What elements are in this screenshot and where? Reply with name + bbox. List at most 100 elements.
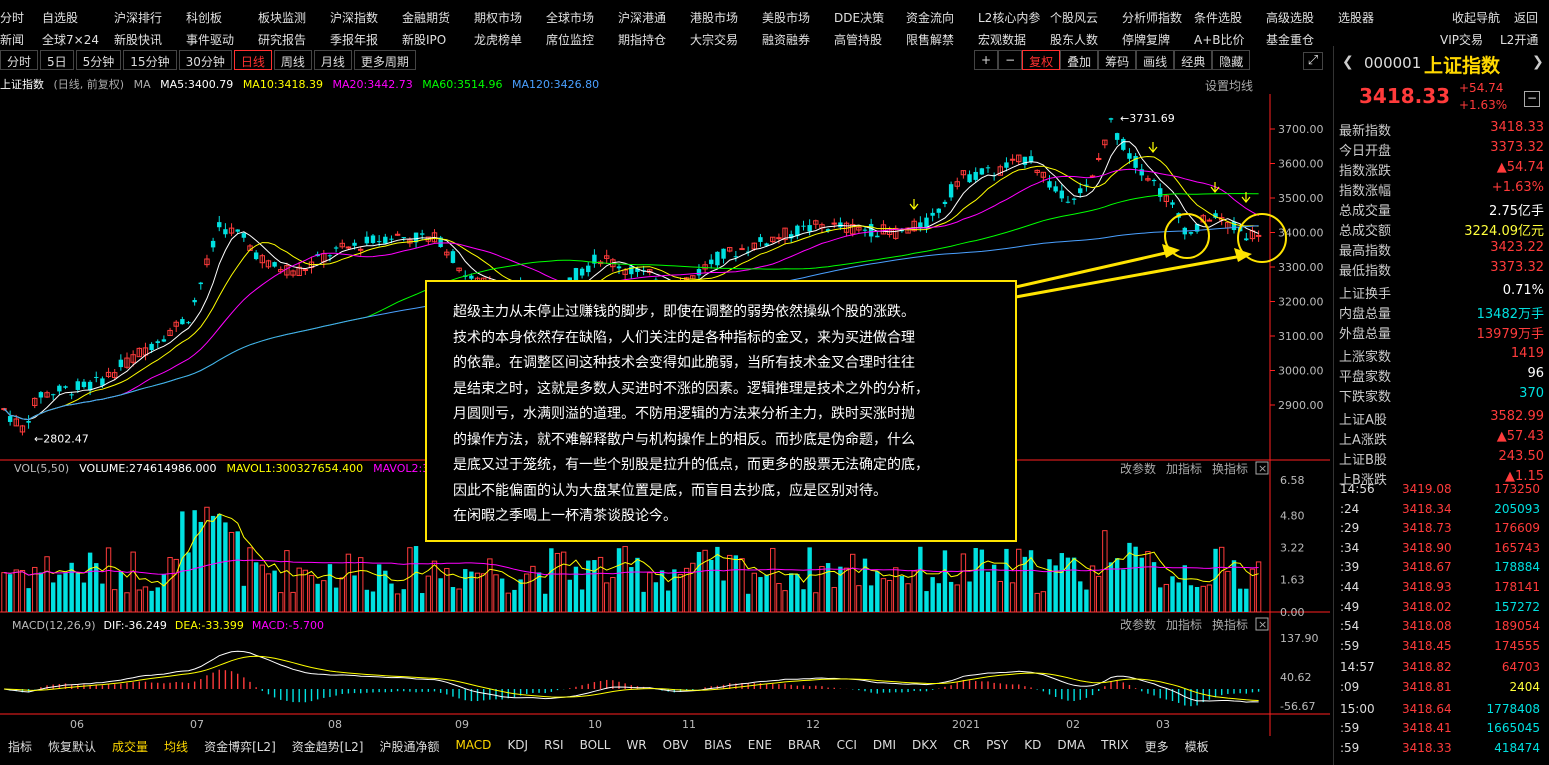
menu-item[interactable]: 收起导航 <box>1452 9 1500 26</box>
menu-item[interactable]: 返回 <box>1514 9 1538 26</box>
chart-tool-button[interactable]: 隐藏 <box>1212 50 1251 70</box>
period-tab[interactable]: 日线 <box>233 50 272 70</box>
menu-item[interactable]: 科创板 <box>186 9 222 26</box>
indicator-tab[interactable]: ENE <box>740 736 780 756</box>
indicator-tab[interactable]: 均线 <box>156 736 196 756</box>
chart-tool-button[interactable]: − <box>998 50 1023 70</box>
indicator-tab[interactable]: 恢复默认 <box>40 736 104 756</box>
menu-item[interactable]: 大宗交易 <box>690 31 738 48</box>
menu-item[interactable]: 停牌复牌 <box>1122 31 1170 48</box>
indicator-tab[interactable]: DMI <box>865 736 904 756</box>
indicator-tab[interactable]: 模板 <box>1177 736 1217 756</box>
chart-tool-button[interactable]: 画线 <box>1136 50 1175 70</box>
period-tab[interactable]: 更多周期 <box>353 50 416 70</box>
candle-body <box>38 392 44 398</box>
indicator-tab[interactable]: CCI <box>829 736 865 756</box>
volume-bar <box>370 591 376 612</box>
menu-item[interactable]: L2核心内参 <box>978 9 1040 26</box>
menu-item[interactable]: 期权市场 <box>474 9 522 26</box>
price-axis-label: 3200.00 <box>1278 296 1324 309</box>
quote-row: 今日开盘 3373.32 <box>1334 140 1549 160</box>
menu-item[interactable]: 新闻 <box>0 31 24 48</box>
menu-item[interactable]: 自选股 <box>42 9 78 26</box>
menu-item[interactable]: 金融期货 <box>402 9 450 26</box>
menu-item[interactable]: 宏观数据 <box>978 31 1026 48</box>
menu-item[interactable]: 新股快讯 <box>114 31 162 48</box>
menu-item[interactable]: 高级选股 <box>1266 9 1314 26</box>
indicator-tab[interactable]: RSI <box>536 736 572 756</box>
volume-bar <box>1114 558 1120 612</box>
menu-item[interactable]: 条件选股 <box>1194 9 1242 26</box>
menu-item[interactable]: 沪深排行 <box>114 9 162 26</box>
indicator-tab[interactable]: 资金博弈[L2] <box>196 736 284 756</box>
indicator-tab[interactable]: CR <box>945 736 978 756</box>
indicator-tab[interactable]: BIAS <box>696 736 740 756</box>
menu-item[interactable]: 席位监控 <box>546 31 594 48</box>
menu-item[interactable]: 事件驱动 <box>186 31 234 48</box>
menu-item[interactable]: 限售解禁 <box>906 31 954 48</box>
indicator-tab[interactable]: WR <box>618 736 654 756</box>
indicator-tab[interactable]: DMA <box>1049 736 1093 756</box>
tick-row: 14:57 3418.82 64703 <box>1334 660 1549 680</box>
menu-item[interactable]: 沪深港通 <box>618 9 666 26</box>
menu-item[interactable]: 美股市场 <box>762 9 810 26</box>
menu-item[interactable]: 高管持股 <box>834 31 882 48</box>
indicator-tab[interactable]: BRAR <box>780 736 829 756</box>
period-tab[interactable]: 5分钟 <box>75 50 122 70</box>
period-tab[interactable]: 5日 <box>40 50 74 70</box>
menu-item[interactable]: 龙虎榜单 <box>474 31 522 48</box>
menu-item[interactable]: 新股IPO <box>402 31 446 48</box>
indicator-tab[interactable]: KDJ <box>499 736 536 756</box>
menu-item[interactable]: DDE决策 <box>834 9 884 26</box>
indicator-tab[interactable]: BOLL <box>572 736 619 756</box>
indicator-tab[interactable]: PSY <box>978 736 1016 756</box>
period-tab[interactable]: 15分钟 <box>123 50 177 70</box>
indicator-tab[interactable]: 资金趋势[L2] <box>284 736 372 756</box>
indicator-tab[interactable]: 指标 <box>0 736 40 756</box>
fullscreen-icon[interactable]: ⤢ <box>1303 52 1323 70</box>
menu-item[interactable]: 全球市场 <box>546 9 594 26</box>
menu-item[interactable]: 基金重仓 <box>1266 31 1314 48</box>
menu-item[interactable]: A+B比价 <box>1194 31 1245 48</box>
indicator-tab[interactable]: DKX <box>904 736 945 756</box>
indicator-tab[interactable]: MACD <box>447 736 499 756</box>
menu-item[interactable]: 沪深指数 <box>330 9 378 26</box>
volume-bar <box>364 589 370 612</box>
ma-settings-button[interactable]: 设置均线 <box>1205 77 1253 94</box>
indicator-tab[interactable]: KD <box>1016 736 1049 756</box>
period-tab[interactable]: 月线 <box>313 50 352 70</box>
chart-tool-button[interactable]: 筹码 <box>1098 50 1137 70</box>
menu-item[interactable]: 分时 <box>0 9 24 26</box>
period-tab[interactable]: 30分钟 <box>178 50 232 70</box>
menu-item[interactable]: 板块监测 <box>258 9 306 26</box>
volume-bar <box>666 590 671 612</box>
menu-item[interactable]: 股东人数 <box>1050 31 1098 48</box>
chart-tool-button[interactable]: 复权 <box>1022 50 1061 70</box>
menu-item[interactable]: 港股市场 <box>690 9 738 26</box>
volume-bar <box>235 531 240 612</box>
menu-item[interactable]: 期指持仓 <box>618 31 666 48</box>
chevron-right-icon[interactable]: ❯ <box>1532 54 1544 70</box>
volume-bar <box>622 546 628 613</box>
period-tab[interactable]: 分时 <box>0 50 39 70</box>
collapse-icon[interactable]: − <box>1524 91 1540 107</box>
chevron-left-icon[interactable]: ❮ <box>1342 54 1354 70</box>
indicator-tab[interactable]: 沪股通净额 <box>371 736 447 756</box>
menu-item[interactable]: 个股风云 <box>1050 9 1098 26</box>
indicator-tab[interactable]: OBV <box>655 736 697 756</box>
indicator-tab[interactable]: TRIX <box>1093 736 1136 756</box>
chart-tool-button[interactable]: + <box>974 50 999 70</box>
menu-item[interactable]: 选股器 <box>1338 9 1374 26</box>
menu-item[interactable]: 研究报告 <box>258 31 306 48</box>
volume-bar <box>745 593 751 612</box>
indicator-tab[interactable]: 成交量 <box>104 736 156 756</box>
chart-tool-button[interactable]: 经典 <box>1174 50 1213 70</box>
chart-tool-button[interactable]: 叠加 <box>1060 50 1099 70</box>
period-tab[interactable]: 周线 <box>273 50 312 70</box>
menu-item[interactable]: 分析师指数 <box>1122 9 1182 26</box>
indicator-tab[interactable]: 更多 <box>1137 736 1177 756</box>
menu-item[interactable]: 融资融券 <box>762 31 810 48</box>
menu-item[interactable]: 资金流向 <box>906 9 954 26</box>
menu-item[interactable]: 季报年报 <box>330 31 378 48</box>
menu-item[interactable]: 全球7×24 <box>42 31 99 48</box>
